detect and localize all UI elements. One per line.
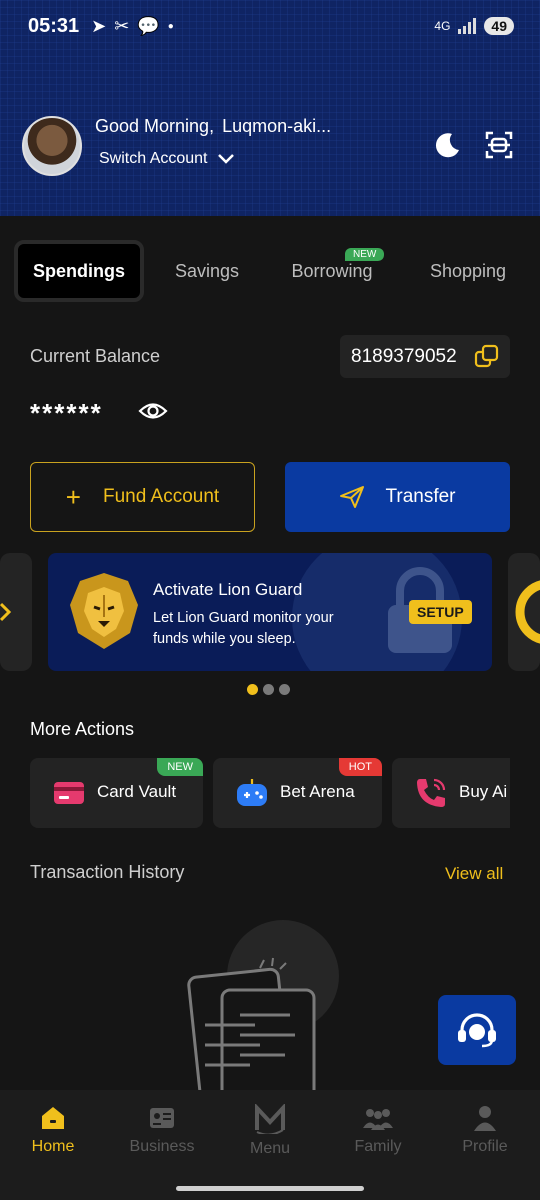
- greeting-text: Good Morning, Luqmon-aki...: [95, 116, 339, 137]
- moon-icon[interactable]: [432, 130, 462, 160]
- dot-icon: ●: [167, 20, 174, 32]
- telegram-icon: ➤: [91, 15, 107, 36]
- notification-icons: ➤ ✂ 💬 ●: [91, 16, 174, 37]
- banner-description: Let Lion Guard monitor your funds while …: [153, 610, 334, 647]
- greeting-label: Good Morning,: [95, 116, 215, 136]
- nav-business[interactable]: Business: [117, 1104, 207, 1156]
- scan-icon[interactable]: [484, 130, 514, 160]
- banner-title: Activate Lion Guard: [153, 580, 303, 599]
- tab-shopping[interactable]: Shopping: [418, 240, 518, 302]
- menu-logo-icon: [255, 1104, 285, 1134]
- lion-guard-banner[interactable]: Activate Lion Guard Let Lion Guard monit…: [48, 553, 492, 671]
- nav-menu-label: Menu: [249, 1140, 291, 1157]
- nav-family-label: Family: [354, 1138, 402, 1155]
- business-card-icon: [150, 1108, 174, 1128]
- setup-button[interactable]: SETUP: [409, 600, 472, 624]
- tab-shopping-label: Shopping: [429, 260, 507, 281]
- plus-icon: +: [65, 481, 81, 512]
- bet-arena-hot-badge: HOT: [338, 758, 382, 776]
- chevron-right-icon: [0, 602, 12, 622]
- message-icon: 💬: [137, 15, 160, 36]
- bottom-navigation: Home Business Menu Family Profile: [0, 1090, 540, 1200]
- switch-account-label: Switch Account: [99, 150, 208, 167]
- battery-indicator: 49: [484, 17, 514, 35]
- send-icon: [340, 486, 365, 508]
- avatar[interactable]: [22, 116, 82, 176]
- carousel-dot[interactable]: [279, 684, 290, 695]
- ring-icon: [515, 580, 540, 644]
- tab-savings[interactable]: Savings: [162, 240, 252, 302]
- nav-profile-label: Profile: [462, 1138, 508, 1155]
- user-name: Luqmon-aki...: [222, 116, 332, 136]
- buy-airtime-button[interactable]: Buy Ai: [392, 758, 510, 828]
- card-vault-button[interactable]: Card Vault NEW: [30, 758, 203, 828]
- chevron-down-icon: [217, 154, 234, 164]
- missed-call-icon: ✂: [114, 15, 130, 36]
- home-icon: [42, 1107, 64, 1129]
- family-icon: [363, 1109, 393, 1130]
- tab-spendings[interactable]: Spendings: [14, 240, 144, 302]
- nav-home[interactable]: Home: [8, 1104, 98, 1156]
- balance-value: ******: [30, 398, 103, 428]
- more-actions-title: More Actions: [30, 719, 135, 739]
- account-tabs: Spendings Savings Borrowing NEW Shopping: [14, 240, 540, 304]
- nav-home-label: Home: [31, 1138, 75, 1155]
- transaction-history-title: Transaction History: [30, 862, 185, 882]
- account-number: 8189379052: [351, 345, 457, 367]
- borrowing-new-badge: NEW: [345, 248, 385, 261]
- card-vault-label: Card Vault: [97, 782, 177, 801]
- status-bar: 05:31 ➤ ✂ 💬 ● 4G 49: [28, 10, 514, 42]
- support-button[interactable]: [438, 995, 516, 1065]
- bet-arena-label: Bet Arena: [280, 782, 355, 801]
- carousel-dot-active[interactable]: [247, 684, 258, 695]
- fund-account-button[interactable]: + Fund Account: [30, 462, 255, 532]
- transfer-button[interactable]: Transfer: [285, 462, 510, 532]
- network-type: 4G: [434, 19, 451, 33]
- carousel-dots: [247, 684, 290, 695]
- headset-icon: [458, 1013, 496, 1048]
- copy-icon[interactable]: [474, 344, 500, 370]
- fund-account-label: Fund Account: [102, 486, 220, 507]
- lion-icon: [70, 573, 138, 649]
- nav-profile[interactable]: Profile: [440, 1104, 530, 1156]
- profile-icon: [474, 1106, 496, 1131]
- signal-icon: [458, 18, 477, 34]
- empty-documents-illustration: [187, 920, 339, 1090]
- account-number-box[interactable]: 8189379052: [340, 335, 510, 378]
- nav-menu[interactable]: Menu: [225, 1104, 315, 1158]
- balance-label: Current Balance: [30, 346, 161, 366]
- card-vault-new-badge: NEW: [157, 758, 203, 776]
- gamepad-icon: [237, 779, 267, 806]
- system-status: 4G 49: [434, 17, 514, 35]
- tab-savings-label: Savings: [174, 260, 240, 281]
- tab-spendings-label: Spendings: [32, 260, 125, 281]
- tab-borrowing-label: Borrowing: [291, 260, 373, 281]
- eye-icon[interactable]: [138, 398, 168, 424]
- status-time: 05:31: [28, 14, 80, 37]
- switch-account-button[interactable]: Switch Account: [99, 150, 234, 168]
- transfer-label: Transfer: [385, 486, 456, 507]
- buy-airtime-label: Buy Ai: [459, 782, 508, 801]
- prev-banner-card[interactable]: [0, 553, 32, 671]
- card-icon: [54, 782, 84, 804]
- header-banner: 05:31 ➤ ✂ 💬 ● 4G 49 Good Morning, Luqmon-…: [0, 0, 540, 216]
- phone-icon: [417, 778, 446, 807]
- nav-business-label: Business: [129, 1138, 195, 1155]
- view-all-link[interactable]: View all: [445, 864, 503, 884]
- next-banner-card[interactable]: [508, 553, 540, 671]
- bet-arena-button[interactable]: Bet Arena HOT: [213, 758, 382, 828]
- carousel-dot[interactable]: [263, 684, 274, 695]
- nav-family[interactable]: Family: [333, 1104, 423, 1156]
- home-indicator[interactable]: [176, 1186, 364, 1191]
